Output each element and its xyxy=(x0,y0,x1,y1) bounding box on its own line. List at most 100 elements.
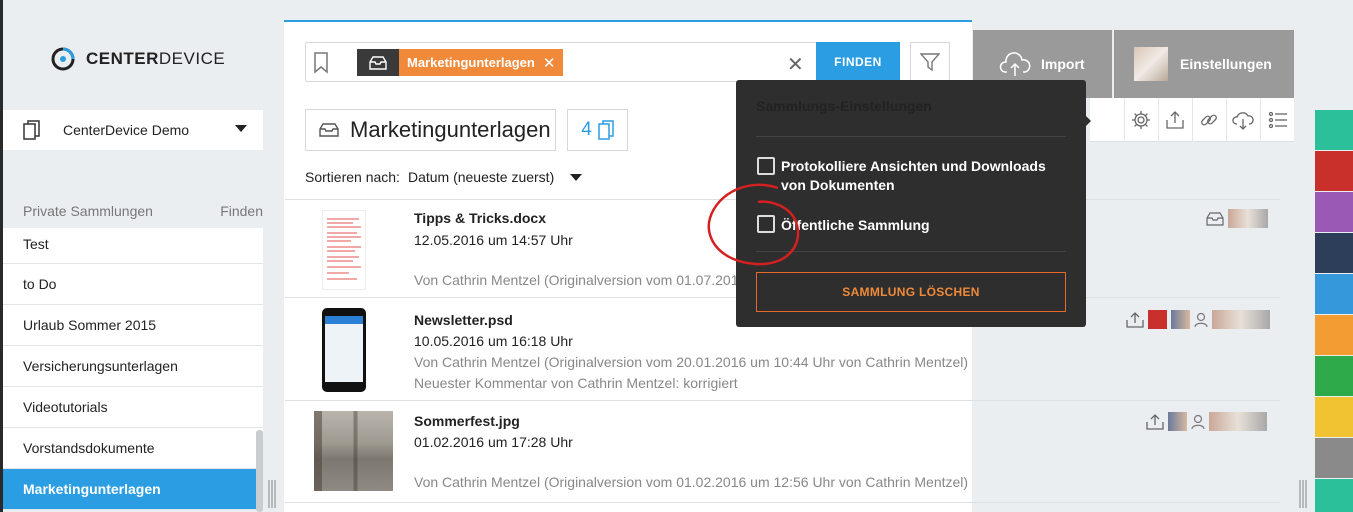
document-thumbnail[interactable] xyxy=(322,308,366,392)
import-label: Import xyxy=(1041,56,1085,72)
color-tag-blue[interactable] xyxy=(1315,274,1353,314)
upload-icon xyxy=(1146,413,1164,430)
document-thumbnail[interactable] xyxy=(322,210,366,290)
shared-users-avatars[interactable] xyxy=(1212,310,1270,329)
sidebar-item-label: Marketingunterlagen xyxy=(23,481,161,497)
avatar[interactable] xyxy=(1171,310,1190,329)
sidebar-item-label: Vorstandsdokumente xyxy=(23,440,155,456)
sidebar-item-videotutorials[interactable]: Videotutorials xyxy=(3,387,263,428)
sort-label: Sortieren nach: xyxy=(305,169,400,185)
private-collections-header: Private Sammlungen Finden xyxy=(23,203,263,219)
logo-text-thin: DEVICE xyxy=(158,49,226,68)
gear-icon[interactable] xyxy=(1123,98,1158,142)
document-badges xyxy=(1126,310,1270,329)
sidebar-item-urlaub[interactable]: Urlaub Sommer 2015 xyxy=(3,305,263,346)
color-tag-navy[interactable] xyxy=(1315,233,1353,273)
find-collections-link[interactable]: Finden xyxy=(220,203,263,219)
sidebar-item-versicherung[interactable]: Versicherungsunterlagen xyxy=(3,346,263,387)
chevron-down-icon xyxy=(570,173,583,181)
document-preview-icon xyxy=(327,218,361,280)
sort-control[interactable]: Sortieren nach: Datum (neueste zuerst) xyxy=(305,169,583,185)
document-meta: Von Cathrin Mentzel (Originalversion vom… xyxy=(414,474,969,490)
avatar[interactable] xyxy=(1148,310,1167,329)
sidebar-item-label: to Do xyxy=(23,276,57,292)
list-view-icon[interactable] xyxy=(1260,98,1294,142)
chip-label: Marketingunterlagen xyxy=(407,55,535,70)
color-tag-teal-2[interactable] xyxy=(1315,479,1353,512)
sidebar-item-label: Videotutorials xyxy=(23,399,108,415)
sort-value: Datum (neueste zuerst) xyxy=(407,169,555,185)
sidebar-item-todo[interactable]: to Do xyxy=(3,264,263,305)
cloud-upload-icon xyxy=(999,52,1031,76)
photo-preview-icon xyxy=(314,411,393,491)
clear-search-icon[interactable]: ✕ xyxy=(787,52,804,77)
log-views-label: Protokolliere Ansichten und Downloads vo… xyxy=(781,158,1046,193)
sidebar-item-marketing[interactable]: Marketingunterlagen xyxy=(3,469,263,510)
shared-users-avatars[interactable] xyxy=(1228,209,1268,228)
document-name[interactable]: Tipps & Tricks.docx xyxy=(414,210,546,226)
color-tag-gray[interactable] xyxy=(1315,438,1353,478)
app-logo[interactable]: CENTERDEVICE xyxy=(50,46,225,72)
delete-collection-button[interactable]: SAMMLUNG LÖSCHEN xyxy=(756,272,1066,312)
avatar[interactable] xyxy=(1168,412,1187,431)
sidebar-item-label: Urlaub Sommer 2015 xyxy=(23,317,157,333)
chevron-down-icon xyxy=(235,125,247,132)
document-badges xyxy=(1206,209,1268,228)
filter-icon xyxy=(920,53,940,72)
centerdevice-logo-icon xyxy=(51,47,75,71)
document-date: 01.02.2016 um 17:28 Uhr xyxy=(414,434,573,450)
logo-text-bold: CENTER xyxy=(86,49,159,68)
document-badges xyxy=(1146,412,1267,431)
documents-icon xyxy=(23,120,40,140)
color-tag-orange[interactable] xyxy=(1315,315,1353,355)
section-title: Private Sammlungen xyxy=(23,203,153,219)
collection-title-text: Marketingunterlagen xyxy=(350,117,551,142)
account-selector[interactable]: CenterDevice Demo xyxy=(3,110,263,150)
settings-tab[interactable]: Einstellungen xyxy=(1114,30,1294,98)
collection-title: Marketingunterlagen xyxy=(305,109,556,151)
color-tag-green[interactable] xyxy=(1315,356,1353,396)
share-upload-icon[interactable] xyxy=(1157,98,1192,142)
right-resize-handle[interactable] xyxy=(1299,480,1307,508)
document-date: 10.05.2016 um 16:18 Uhr xyxy=(414,333,573,349)
settings-label: Einstellungen xyxy=(1180,56,1272,72)
sidebar-item-vorstand[interactable]: Vorstandsdokumente xyxy=(3,428,263,469)
user-icon xyxy=(1194,312,1208,327)
filter-button[interactable] xyxy=(910,42,950,82)
document-meta: Von Cathrin Mentzel (Originalversion vom… xyxy=(414,354,969,370)
shared-users-avatars[interactable] xyxy=(1209,412,1267,431)
color-tag-red[interactable] xyxy=(1315,151,1353,191)
document-name[interactable]: Sommerfest.jpg xyxy=(414,413,520,429)
find-button[interactable]: FINDEN xyxy=(816,42,900,82)
collection-icon xyxy=(319,123,339,137)
popover-title: Sammlungs-Einstellungen xyxy=(756,98,932,114)
color-tag-yellow[interactable] xyxy=(1315,397,1353,437)
sidebar-item-label: Versicherungsunterlagen xyxy=(23,358,178,374)
popover-arrow xyxy=(1082,112,1091,130)
color-tag-teal[interactable] xyxy=(1315,110,1353,150)
divider xyxy=(756,136,1066,137)
search-filter-chip[interactable]: Marketingunterlagen ✕ xyxy=(357,49,564,76)
link-icon[interactable] xyxy=(1191,98,1226,142)
documents-icon xyxy=(598,120,614,140)
log-views-checkbox[interactable] xyxy=(757,157,775,175)
annotation-circle-icon xyxy=(707,183,800,266)
document-name[interactable]: Newsletter.psd xyxy=(414,312,513,328)
collection-toolbar xyxy=(1090,98,1294,142)
document-count[interactable]: 4 xyxy=(567,109,628,151)
document-comment: Neuester Kommentar von Cathrin Mentzel: … xyxy=(414,375,738,391)
cloud-download-icon[interactable] xyxy=(1225,98,1260,142)
document-thumbnail[interactable] xyxy=(314,411,393,491)
chip-remove-icon[interactable]: ✕ xyxy=(543,54,556,72)
sidebar-scrollbar[interactable] xyxy=(256,430,263,512)
bookmark-icon[interactable] xyxy=(313,52,329,74)
color-tag-purple[interactable] xyxy=(1315,192,1353,232)
document-date: 12.05.2016 um 14:57 Uhr xyxy=(414,232,573,248)
sidebar-resize-handle[interactable] xyxy=(268,480,276,508)
user-avatar xyxy=(1134,47,1168,81)
collection-list: Test to Do Urlaub Sommer 2015 Versicheru… xyxy=(3,228,263,510)
divider xyxy=(285,400,1280,401)
sidebar-item-test[interactable]: Test xyxy=(3,228,263,264)
divider xyxy=(285,502,1280,503)
